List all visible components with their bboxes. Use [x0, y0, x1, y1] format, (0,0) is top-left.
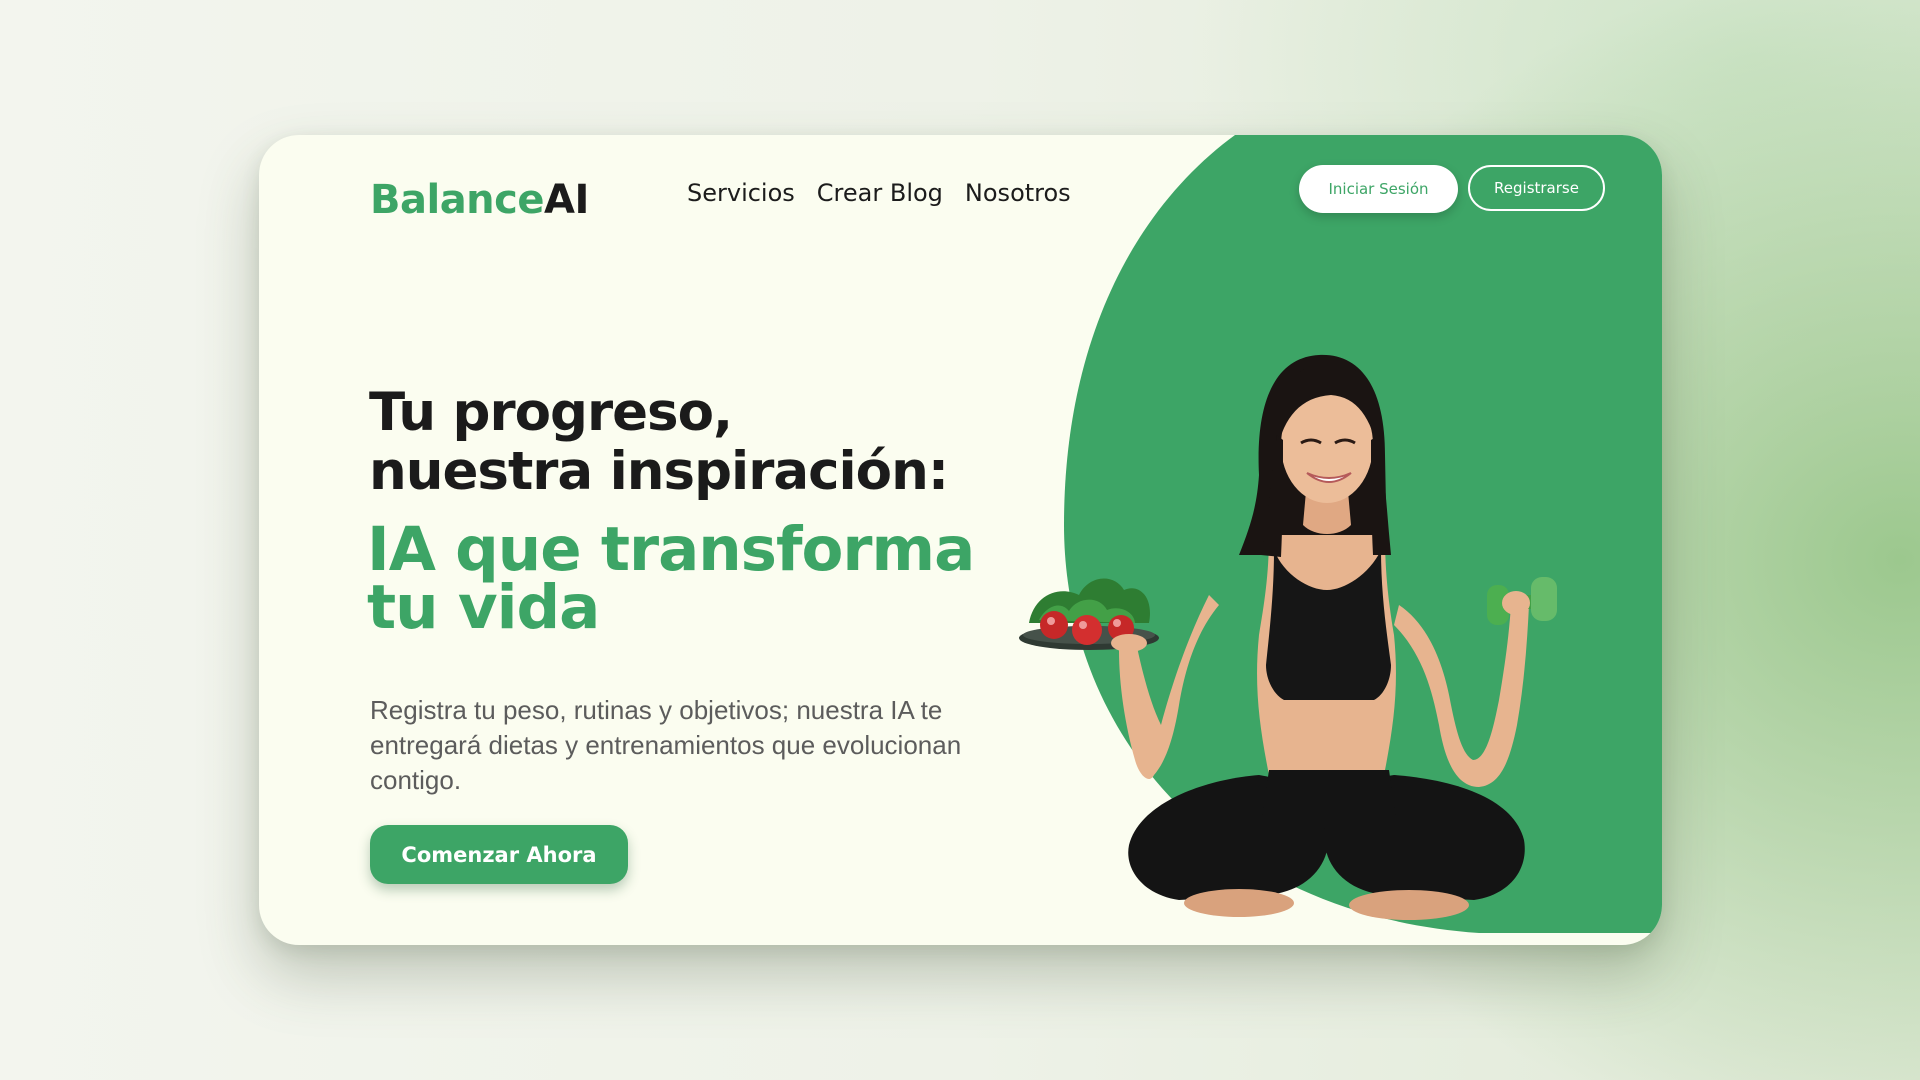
landing-card: BalanceAI Servicios Crear Blog Nosotros …: [259, 135, 1662, 945]
get-started-button[interactable]: Comenzar Ahora: [370, 825, 628, 884]
hero-title: Tu progreso, nuestra inspiración:: [369, 382, 949, 502]
hero-accent-title: IA que transforma tu vida: [367, 514, 975, 643]
brand-logo[interactable]: BalanceAI: [370, 177, 589, 223]
hero-accent-line1: IA que transforma: [367, 514, 975, 585]
main-nav: Servicios Crear Blog Nosotros: [687, 179, 1071, 207]
register-button[interactable]: Registrarse: [1468, 165, 1605, 211]
brand-logo-part1: Balance: [370, 177, 545, 223]
login-button[interactable]: Iniciar Sesión: [1299, 165, 1458, 213]
nav-item-crear-blog[interactable]: Crear Blog: [817, 179, 943, 207]
nav-item-nosotros[interactable]: Nosotros: [965, 179, 1071, 207]
brand-logo-part2: AI: [544, 177, 589, 223]
hero-title-line2: nuestra inspiración:: [369, 441, 949, 502]
hero-title-line1: Tu progreso,: [369, 382, 733, 443]
hero-description: Registra tu peso, rutinas y objetivos; n…: [370, 695, 962, 795]
nav-item-servicios[interactable]: Servicios: [687, 179, 795, 207]
woman-meditating-with-salad-and-dumbbell-photo: [1019, 354, 1557, 920]
hero-accent-line2: tu vida: [367, 572, 600, 643]
